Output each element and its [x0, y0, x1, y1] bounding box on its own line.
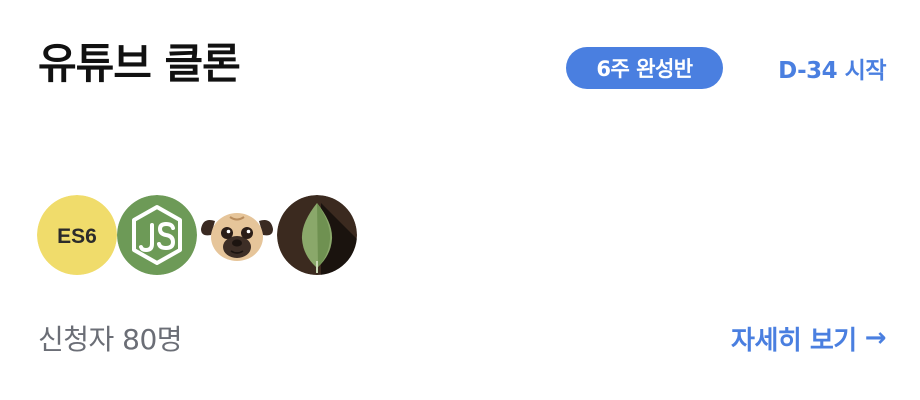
mongodb-icon	[277, 195, 357, 275]
duration-badge: 6주 완성반	[566, 47, 723, 89]
applicant-count: 신청자 80명	[38, 323, 183, 356]
tech-stack-icons: ES6	[37, 195, 357, 275]
course-title: 유튜브 클론	[38, 39, 241, 88]
view-details-label: 자세히 보기	[731, 325, 857, 356]
es6-icon-label: ES6	[57, 225, 97, 248]
pug-icon	[197, 195, 277, 275]
view-details-link[interactable]: 자세히 보기 →	[731, 316, 886, 360]
arrow-right-icon: →	[864, 323, 887, 353]
es6-icon: ES6	[37, 195, 117, 275]
course-card[interactable]: 유튜브 클론 6주 완성반 D-34 시작 ES6 신청자 80명 자세히 보기…	[0, 0, 920, 400]
nodejs-icon	[117, 195, 197, 275]
start-countdown: D-34 시작	[778, 58, 886, 84]
